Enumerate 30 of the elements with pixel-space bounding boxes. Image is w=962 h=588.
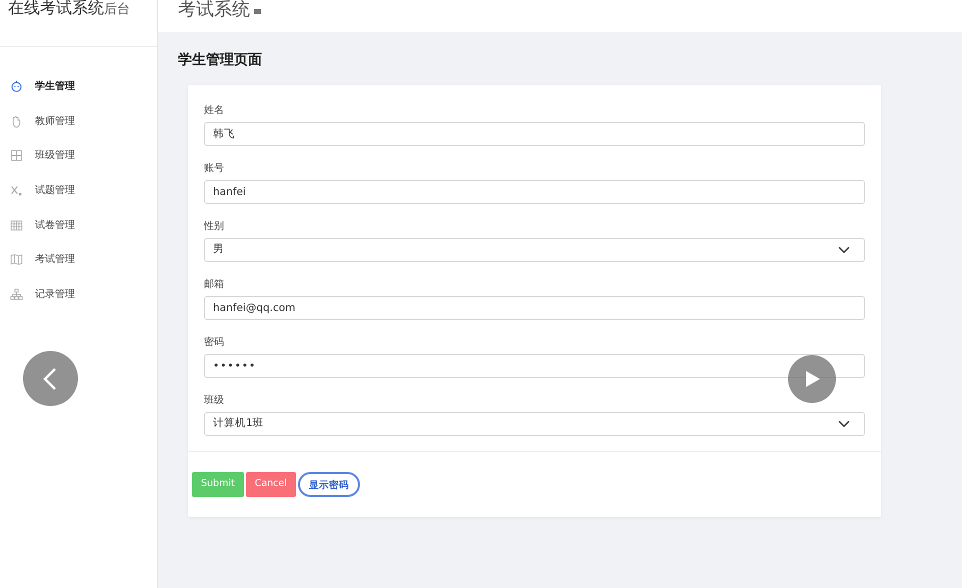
field-label: 密码 [204, 336, 225, 350]
sidebar-item[interactable]: 考试管理 [0, 242, 157, 278]
input-field[interactable]: hanfei@qq.com [204, 296, 865, 320]
table-icon [10, 218, 23, 232]
field-label: 邮箱 [204, 278, 225, 292]
field-label: 姓名 [204, 104, 225, 118]
select-field[interactable]: 计算机1班 [204, 412, 865, 436]
sidebar-item[interactable]: 班级管理 [0, 138, 157, 174]
input-field[interactable]: hanfei [204, 180, 865, 204]
face-icon [10, 80, 23, 93]
sidebar-item[interactable]: 学生管理 [0, 69, 157, 104]
field-label: 班级 [204, 394, 225, 408]
formula-icon [10, 184, 23, 197]
header-title: 考试系统 [178, 0, 250, 20]
hierarchy-icon [10, 288, 23, 301]
sidebar-item[interactable]: 教师管理 [0, 104, 157, 138]
brand-subtitle: 后台 [104, 1, 130, 19]
page-title: 学生管理页面 [178, 51, 263, 70]
flag-icon[interactable] [254, 9, 261, 15]
sidebar-item[interactable]: 试题管理 [0, 173, 157, 208]
field-label: 账号 [204, 162, 225, 176]
show-password-button[interactable]: 显示密码 [298, 472, 360, 497]
field-label: 性别 [204, 220, 225, 234]
sidebar-item[interactable]: 记录管理 [0, 277, 157, 312]
grid-icon [10, 149, 23, 162]
hand-icon [10, 114, 23, 128]
map-icon [10, 253, 23, 266]
input-field[interactable]: 韩飞 [204, 122, 865, 146]
sidebar-item[interactable]: 试卷管理 [0, 208, 157, 242]
select-field[interactable]: 男 [204, 238, 865, 262]
